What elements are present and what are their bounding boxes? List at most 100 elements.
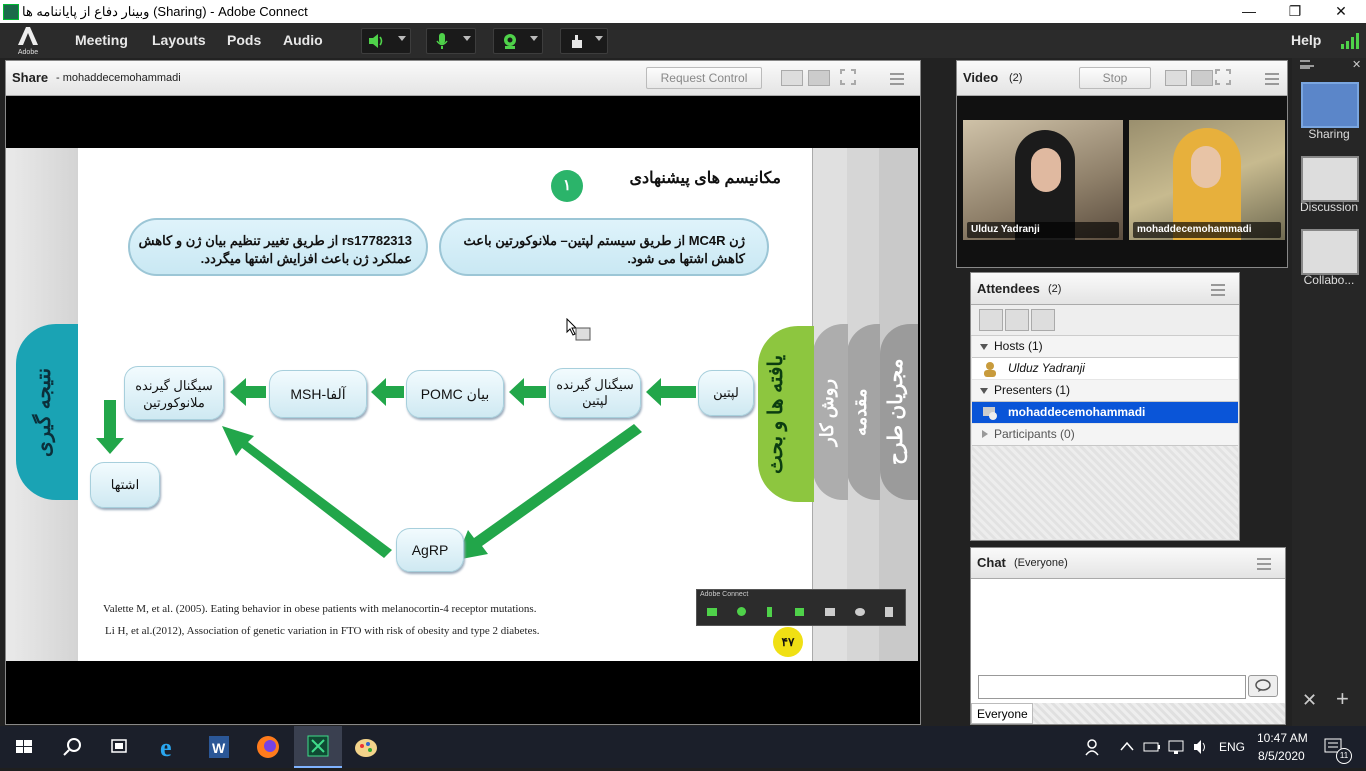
layouts-menu-icon[interactable] [1300,60,1314,69]
node-leptin: لپتین [698,370,754,416]
microphone-icon[interactable] [767,607,772,617]
word-icon[interactable]: W [195,726,243,768]
pod-options-icon[interactable] [1257,558,1271,570]
attendee-presenter-row[interactable]: mohaddecemohammadi [972,402,1238,423]
filmstrip-view-icon[interactable] [1191,70,1213,86]
webcam-button[interactable] [493,28,543,54]
attendees-toolbar [971,305,1239,336]
group-participants[interactable]: Participants (0) [972,424,1238,446]
microphone-button[interactable] [426,28,476,54]
close-button[interactable]: ✕ [1318,0,1364,23]
shared-slide: مجریان طرح مقدمه روش کار یافته ها و بحث … [6,148,918,661]
send-chat-button[interactable] [1248,675,1278,697]
microphone-icon [436,33,448,49]
signal-strength-icon [1341,33,1359,49]
adobe-connect-taskbar-item[interactable] [294,726,342,768]
reference-2: Li H, et al.(2012), Association of genet… [105,625,540,637]
svg-text:W: W [212,740,226,756]
restore-button[interactable]: ❐ [1272,0,1318,23]
clock-time[interactable]: 10:47 AM [1257,731,1308,745]
node-leptin-signal: سیگنال گیرنده لپتین [549,368,641,418]
group-hosts[interactable]: Hosts (1) [972,336,1238,358]
layout-discussion-thumb[interactable] [1301,156,1359,202]
breakout-icon[interactable] [1005,309,1029,331]
node-appetite: اشتها [90,462,160,508]
pod-options-icon[interactable] [1265,73,1279,85]
chevron-down-icon [530,36,538,41]
user-settings-icon[interactable] [1031,309,1055,331]
speaker-icon[interactable] [795,608,804,616]
fullscreen-icon[interactable] [1215,69,1231,85]
video-feed-ulduz: Ulduz Yadranji [963,120,1123,240]
list-view-icon[interactable] [979,309,1003,331]
fullscreen-icon[interactable] [840,69,856,85]
adobe-a-icon [18,27,38,45]
presenter-name: mohaddecemohammadi [1008,405,1146,419]
webcam-icon[interactable] [737,607,746,616]
notification-count-badge: 11 [1336,748,1352,764]
chat-icon[interactable] [855,608,865,616]
layout-collaboration-thumb[interactable] [1301,229,1359,275]
people-icon[interactable] [1084,738,1102,756]
video-pod-header: Video (2) Stop [957,61,1287,96]
chat-tab-strip [1033,703,1285,724]
chat-recipient-tab[interactable]: Everyone [971,703,1033,724]
layout-collaboration-label[interactable]: Collabo... [1296,273,1362,287]
video-name-ulduz: Ulduz Yadranji [967,222,1119,238]
task-view-icon[interactable] [96,726,144,768]
tools-icon[interactable]: ✕ [1302,690,1317,711]
internet-explorer-icon[interactable]: e [146,726,194,768]
chevron-up-icon[interactable] [1120,740,1134,752]
attendees-icon[interactable] [825,608,835,616]
language-indicator[interactable]: ENG [1219,740,1245,754]
request-control-button[interactable]: Request Control [646,67,762,89]
paint-icon[interactable] [342,726,390,768]
add-layout-icon[interactable]: + [1336,686,1349,712]
group-presenters[interactable]: Presenters (1) [972,380,1238,402]
search-icon[interactable] [48,726,96,768]
attendees-pod-title: Attendees [977,281,1040,296]
video-name-mohaddece: mohaddecemohammadi [1133,222,1281,238]
fit-page-icon[interactable] [808,70,830,86]
menu-layouts[interactable]: Layouts [152,32,206,48]
minimize-button[interactable]: — [1226,0,1272,23]
status-button[interactable] [560,28,608,54]
pod-options-icon[interactable] [890,73,904,85]
grid-view-icon[interactable] [1165,70,1187,86]
group-presenters-label: Presenters (1) [994,383,1071,397]
group-hosts-label: Hosts (1) [994,339,1043,353]
clock-date[interactable]: 8/5/2020 [1258,749,1305,763]
notification-bell-icon[interactable] [885,607,893,617]
chat-input[interactable] [978,675,1246,699]
window-title: وبینار دفاع از پایاننامه ها (Sharing) - … [22,4,308,19]
webcam-icon [504,34,516,49]
stop-video-button[interactable]: Stop [1079,67,1151,89]
fit-width-icon[interactable] [781,70,803,86]
mini-connect-toolbar: Adobe Connect [696,589,906,626]
video-count: (2) [1009,72,1023,84]
volume-icon[interactable] [1192,738,1210,756]
pod-options-icon[interactable] [1211,284,1225,296]
attendee-host-row[interactable]: Ulduz Yadranji [972,358,1238,379]
share-screen-icon[interactable] [707,608,717,616]
participant-face [1191,146,1221,188]
network-icon[interactable] [1167,738,1185,756]
firefox-icon[interactable] [244,726,292,768]
speaker-button[interactable] [361,28,411,54]
menu-audio[interactable]: Audio [283,32,323,48]
menu-pods[interactable]: Pods [227,32,261,48]
layout-sharing-label[interactable]: Sharing [1296,127,1362,141]
windows-start-icon[interactable] [0,726,48,768]
chevron-right-icon [982,430,988,438]
battery-icon[interactable] [1143,739,1161,755]
menu-meeting[interactable]: Meeting [75,32,128,48]
layout-discussion-label[interactable]: Discussion [1296,200,1362,214]
video-feed-mohaddece: mohaddecemohammadi [1129,120,1285,240]
close-layouts-icon[interactable]: ✕ [1352,58,1361,71]
chevron-down-icon [980,388,988,394]
video-pod: Video (2) Stop Ulduz Yadranji mohaddecem… [956,60,1288,268]
menu-help[interactable]: Help [1291,32,1321,48]
layout-sharing-thumb[interactable] [1301,82,1359,128]
chat-pod: Chat (Everyone) Everyone [970,547,1286,725]
mini-toolbar-title: Adobe Connect [700,591,749,598]
